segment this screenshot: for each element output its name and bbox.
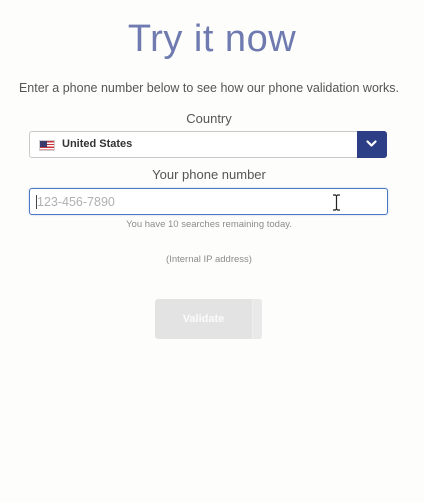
- phone-label: Your phone number: [152, 167, 266, 182]
- country-select-value: United States: [62, 138, 133, 150]
- page-subtitle: Enter a phone number below to see how ou…: [18, 81, 400, 95]
- text-cursor-icon: [333, 194, 340, 211]
- ip-address-text: (Internal IP address): [166, 254, 252, 265]
- searches-remaining-text: You have 10 searches remaining today.: [126, 219, 292, 230]
- page-title: Try it now: [127, 18, 297, 60]
- validate-button-edge: [252, 299, 262, 339]
- country-dropdown-button[interactable]: [357, 131, 387, 158]
- validate-button[interactable]: Validate: [155, 299, 262, 339]
- us-flag-icon: [39, 140, 55, 151]
- country-select[interactable]: United States: [29, 131, 387, 158]
- country-label: Country: [186, 111, 232, 126]
- validate-button-label: Validate: [182, 313, 225, 325]
- text-caret: [36, 195, 37, 209]
- chevron-down-icon: [366, 140, 377, 147]
